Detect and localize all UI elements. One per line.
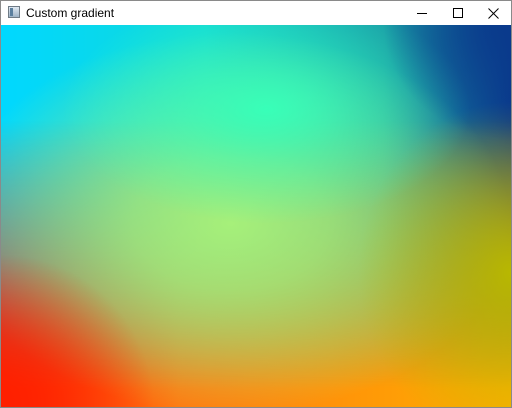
maximize-icon [453,8,463,18]
minimize-icon [417,12,427,14]
app-window-icon[interactable] [8,6,20,18]
app-window: Custom gradient [0,0,512,408]
minimize-button[interactable] [404,1,440,25]
gradient-corner-shade [1,25,511,407]
window-title: Custom gradient [26,6,115,20]
maximize-button[interactable] [440,1,476,25]
close-button[interactable] [475,1,511,25]
title-bar[interactable]: Custom gradient [1,1,511,25]
gradient-canvas [1,25,511,407]
close-icon [487,7,499,19]
